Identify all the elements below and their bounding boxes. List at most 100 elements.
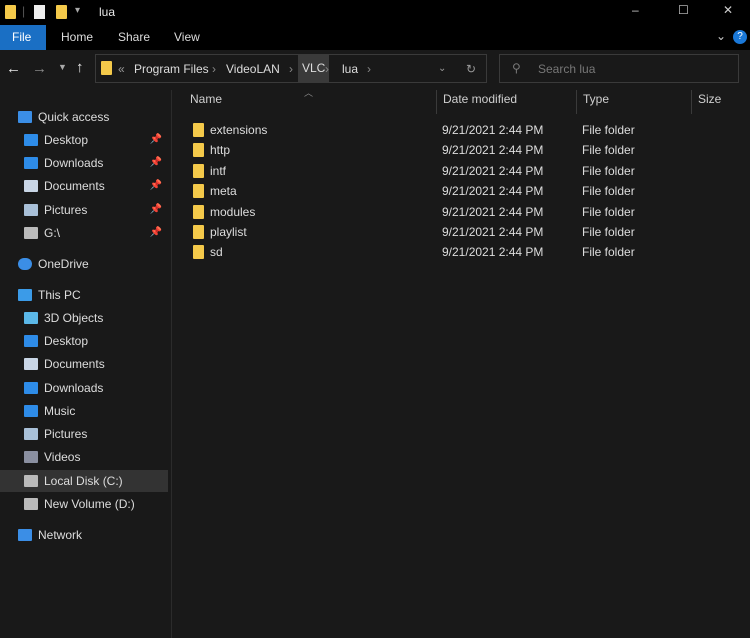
nav-item[interactable]: This PC <box>0 284 168 306</box>
expand-ribbon-icon[interactable]: ⌄ <box>716 29 726 43</box>
sort-ascending-icon: ︿ <box>304 86 313 99</box>
nav-item-label: Pictures <box>44 199 87 221</box>
nav-item-label: 3D Objects <box>44 307 103 329</box>
nav-item[interactable]: Network <box>0 524 168 546</box>
tab-file[interactable]: File <box>0 25 46 50</box>
nav-item[interactable]: Desktop 📌 <box>0 129 168 151</box>
file-date: 9/21/2021 2:44 PM <box>442 181 543 201</box>
back-icon[interactable]: ← <box>6 60 21 77</box>
pin-icon: 📌 <box>150 129 162 151</box>
nav-item[interactable]: OneDrive <box>0 253 168 275</box>
cloud-icon <box>18 258 32 270</box>
forward-icon[interactable]: → <box>32 60 47 77</box>
nav-item-label: Desktop <box>44 330 88 352</box>
folder-icon <box>193 123 204 137</box>
close-button[interactable]: ✕ <box>723 3 733 17</box>
star-icon <box>18 111 32 123</box>
file-name: intf <box>210 161 226 181</box>
file-row[interactable]: extensions 9/21/2021 2:44 PM File folder <box>185 120 745 140</box>
recent-locations-icon[interactable]: ▼ <box>58 62 67 72</box>
column-divider[interactable] <box>436 90 437 114</box>
folder-icon <box>101 61 112 75</box>
pictures-icon <box>24 204 38 216</box>
column-header-date[interactable]: Date modified <box>443 92 517 112</box>
tab-home[interactable]: Home <box>49 25 105 50</box>
navigation-pane: Quick accessDesktop📌Downloads📌Documents📌… <box>0 90 172 638</box>
nav-item-label: New Volume (D:) <box>44 493 135 515</box>
network-icon <box>18 529 32 541</box>
minimize-button[interactable]: – <box>632 3 639 17</box>
tab-share[interactable]: Share <box>106 25 162 50</box>
column-header-name[interactable]: Name <box>190 92 222 112</box>
breadcrumb-program-files[interactable]: Program Files <box>134 62 209 76</box>
folder-icon <box>193 225 204 239</box>
nav-item[interactable]: Documents <box>0 353 168 375</box>
customize-toolbar-icon[interactable]: ▾ <box>75 5 80 16</box>
breadcrumb-lua[interactable]: lua <box>342 62 358 76</box>
cube-icon <box>24 312 38 324</box>
file-date: 9/21/2021 2:44 PM <box>442 202 543 222</box>
file-type: File folder <box>582 222 635 242</box>
column-header-type[interactable]: Type <box>583 92 609 112</box>
folder-icon <box>193 143 204 157</box>
search-box[interactable]: ⚲ Search lua <box>499 54 739 83</box>
drive-icon <box>24 227 38 239</box>
file-row[interactable]: modules 9/21/2021 2:44 PM File folder <box>185 202 745 222</box>
nav-item-label: Pictures <box>44 423 87 445</box>
pin-icon: 📌 <box>150 199 162 221</box>
nav-item-label: Desktop <box>44 129 88 151</box>
pc-icon <box>18 289 32 301</box>
nav-item-label: Downloads <box>44 377 103 399</box>
column-divider[interactable] <box>691 90 692 114</box>
breadcrumb-videolan[interactable]: VideoLAN <box>226 62 280 76</box>
maximize-button[interactable]: ☐ <box>678 3 689 17</box>
file-type: File folder <box>582 181 635 201</box>
pin-icon: 📌 <box>150 175 162 197</box>
ribbon-tabs: File Home Share View ⌄ ? <box>0 25 750 50</box>
tab-view[interactable]: View <box>162 25 212 50</box>
address-bar[interactable]: « Program Files › VideoLAN › VLC › lua ›… <box>95 54 487 83</box>
nav-item[interactable]: 3D Objects <box>0 307 168 329</box>
file-row[interactable]: http 9/21/2021 2:44 PM File folder <box>185 140 745 160</box>
column-header-size[interactable]: Size <box>698 92 721 112</box>
address-history-icon[interactable]: ⌄ <box>438 63 446 74</box>
nav-item-label: Downloads <box>44 152 103 174</box>
column-divider[interactable] <box>576 90 577 114</box>
nav-item[interactable]: Quick access <box>0 106 168 128</box>
file-row[interactable]: intf 9/21/2021 2:44 PM File folder <box>185 161 745 181</box>
file-date: 9/21/2021 2:44 PM <box>442 120 543 140</box>
folder-icon <box>193 184 204 198</box>
file-date: 9/21/2021 2:44 PM <box>442 140 543 160</box>
file-type: File folder <box>582 202 635 222</box>
search-placeholder[interactable]: Search lua <box>538 62 595 76</box>
up-icon[interactable]: ↑ <box>76 59 84 76</box>
nav-item[interactable]: Pictures <box>0 423 168 445</box>
file-row[interactable]: playlist 9/21/2021 2:44 PM File folder <box>185 222 745 242</box>
refresh-icon[interactable]: ↻ <box>466 62 476 76</box>
new-folder-icon[interactable] <box>56 5 67 19</box>
nav-item[interactable]: Documents📌 <box>0 175 168 197</box>
nav-item[interactable]: Music <box>0 400 168 422</box>
disk-icon <box>24 475 38 487</box>
file-row[interactable]: meta 9/21/2021 2:44 PM File folder <box>185 181 745 201</box>
desktop-icon <box>24 335 38 347</box>
nav-item[interactable]: Downloads <box>0 377 168 399</box>
breadcrumb-overflow[interactable]: « <box>118 62 125 76</box>
window-title: lua <box>99 5 115 19</box>
pin-icon: 📌 <box>150 152 162 174</box>
nav-item[interactable]: Pictures 📌 <box>0 199 168 221</box>
download-icon <box>24 157 38 169</box>
nav-item[interactable]: Desktop <box>0 330 168 352</box>
nav-item-label: This PC <box>38 284 81 306</box>
properties-icon[interactable] <box>34 5 45 19</box>
nav-item[interactable]: Downloads 📌 <box>0 152 168 174</box>
nav-item[interactable]: Videos <box>0 446 168 468</box>
nav-item-label: G:\ <box>44 222 60 244</box>
file-row[interactable]: sd 9/21/2021 2:44 PM File folder <box>185 242 745 262</box>
nav-item-label: Network <box>38 524 82 546</box>
document-icon <box>24 180 38 192</box>
nav-item[interactable]: Local Disk (C:) <box>0 470 168 492</box>
help-icon[interactable]: ? <box>733 30 747 44</box>
nav-item[interactable]: New Volume (D:) <box>0 493 168 515</box>
nav-item[interactable]: G:\📌 <box>0 222 168 244</box>
